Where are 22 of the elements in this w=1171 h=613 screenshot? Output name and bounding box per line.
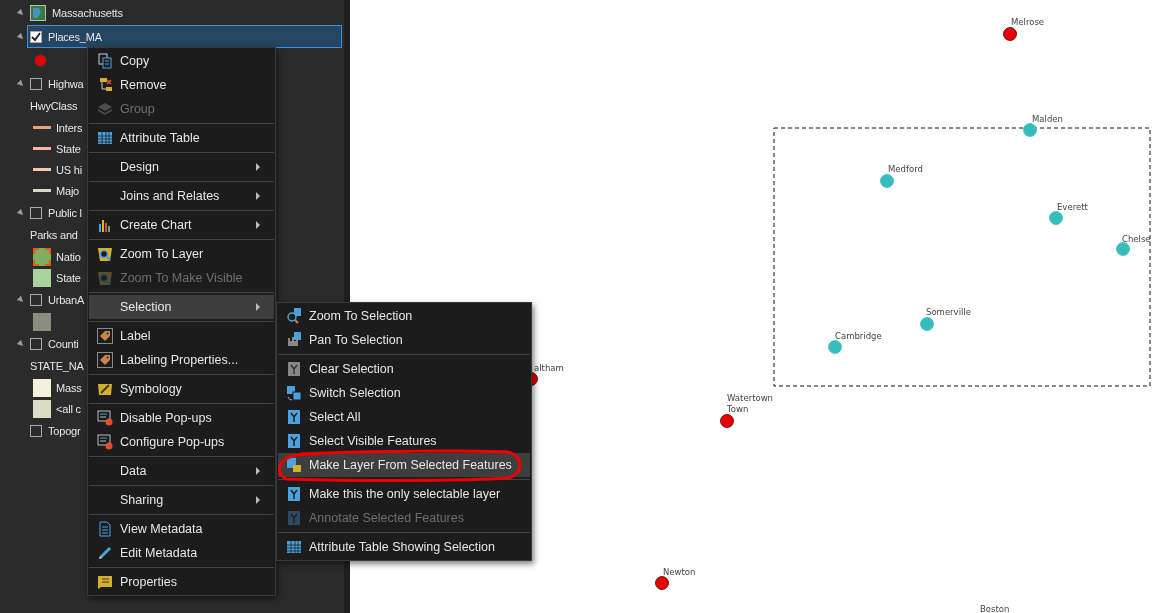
legend-heading: HwyClass (30, 100, 78, 112)
legend-label: State (56, 271, 81, 284)
place-label: Watertown Town (727, 393, 773, 414)
legend-label: Inters (56, 121, 83, 134)
place-label: Everett (1057, 202, 1088, 212)
legend-label: <all c (56, 402, 81, 415)
legend-heading: STATE_NA (30, 360, 84, 372)
place-label: Somerville (926, 307, 971, 317)
legend-label: US hi (56, 163, 82, 176)
legend-label: Natio (56, 250, 81, 263)
place-label: Newton (663, 567, 696, 577)
legend-label: Majo (56, 184, 80, 197)
place-label: Boston (980, 604, 1010, 613)
place-label: Malden (1032, 114, 1063, 124)
legend-label: Mass (56, 381, 82, 394)
place-label: Melrose (1011, 17, 1045, 27)
legend-label: State (56, 142, 81, 155)
legend-heading: Parks and (30, 229, 78, 241)
place-label: Medford (888, 164, 923, 174)
place-label: Cambridge (835, 331, 882, 341)
place-label: Chelse (1122, 234, 1151, 244)
place-label: altham (534, 363, 564, 373)
